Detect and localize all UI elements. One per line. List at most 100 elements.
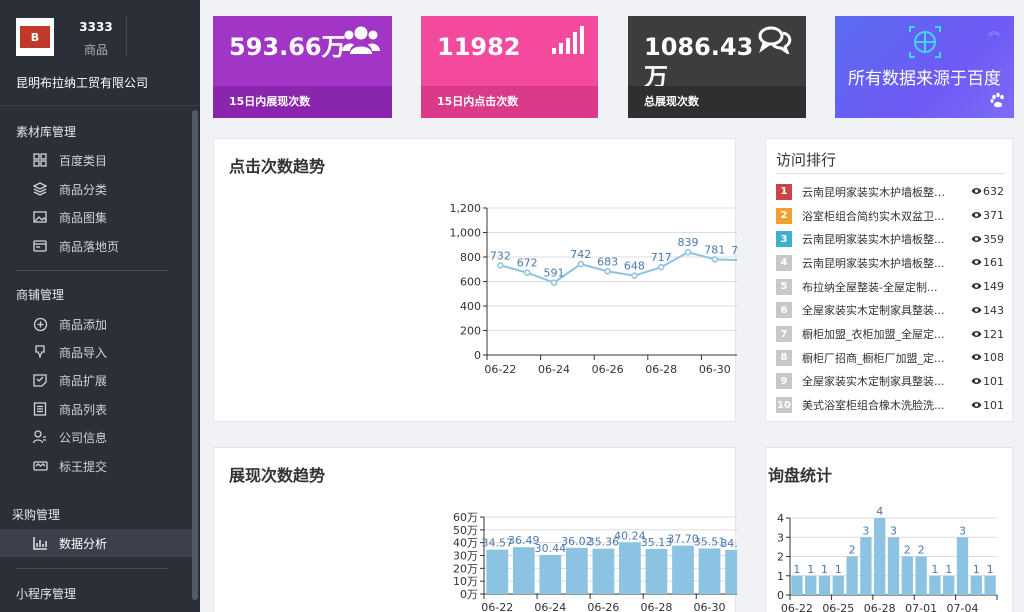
bar xyxy=(943,575,955,595)
rank-views-value: 371 xyxy=(983,209,1004,223)
signal-icon xyxy=(552,26,584,58)
rank-views: 149 xyxy=(971,280,1004,293)
bar xyxy=(860,537,872,595)
rank-number: 4 xyxy=(776,254,792,271)
y-tick-label: 10万 xyxy=(453,575,478,588)
rank-item[interactable]: 7 橱柜加盟_衣柜加盟_全屋定... 121 xyxy=(776,322,1004,346)
data-point xyxy=(550,279,558,286)
rank-item[interactable]: 6 全屋家装实木定制家具整装... 143 xyxy=(776,299,1004,323)
rank-number: 10 xyxy=(776,397,792,414)
stat-label: 15日内点击次数 xyxy=(421,86,598,118)
data-label: 1 xyxy=(793,563,800,576)
bar xyxy=(672,545,694,594)
section-title-miniprogram: 小程序管理 xyxy=(16,587,77,601)
bar xyxy=(592,548,615,594)
data-label: 774 xyxy=(731,244,737,257)
sidebar: B 3333 商品 昆明布拉纳工贸有限公司 素材库管理 百度类目 商品分类 商品… xyxy=(0,0,200,612)
rank-item[interactable]: 9 全屋家装实木定制家具整装... 101 xyxy=(776,370,1004,394)
import-icon xyxy=(32,344,48,360)
inquiry-stats-chart: 012341 1 1 123432 21 131 106-22 06-25 06-28 07-01… xyxy=(777,505,998,612)
rank-item[interactable]: 2 浴室柜组合简约实木双盆卫... 371 xyxy=(776,204,1004,228)
eye-icon xyxy=(971,351,983,364)
data-label: 839 xyxy=(678,236,699,249)
y-tick-label: 30万 xyxy=(453,550,478,563)
sidebar-item-import-product[interactable]: 商品导入 xyxy=(0,338,194,366)
bar xyxy=(698,548,721,594)
sidebar-item-king-submit[interactable]: 标王提交 xyxy=(0,452,194,480)
rank-item[interactable]: 4 云南昆明家装实木护墙板整... 161 xyxy=(776,251,1004,275)
impression-trend-chart: 0万10万20万30万40万50万60万34.5736.4930.4436.02… xyxy=(453,511,737,612)
eye-icon xyxy=(971,280,983,293)
sidebar-item-label: 公司信息 xyxy=(59,430,108,445)
rank-item[interactable]: 10 美式浴室柜组合橡木洗脸洗... 101 xyxy=(776,393,1004,417)
sidebar-item-extend-product[interactable]: 商品扩展 xyxy=(0,366,194,394)
data-label: 4 xyxy=(876,505,883,518)
sidebar-scrollbar[interactable] xyxy=(192,110,198,600)
sidebar-item-data-analysis[interactable]: 数据分析 xyxy=(0,529,194,557)
y-tick-label: 0 xyxy=(777,589,784,602)
eye-icon xyxy=(971,304,983,317)
data-label: 672 xyxy=(517,257,538,270)
rank-number: 6 xyxy=(776,302,792,319)
sidebar-item-label: 商品分类 xyxy=(59,182,108,197)
y-tick-label: 0 xyxy=(474,349,481,362)
sidebar-item-label: 百度类目 xyxy=(59,153,108,168)
rank-item[interactable]: 1 云南昆明家装实木护墙板整装... 632 xyxy=(776,180,1004,204)
y-tick-label: 400 xyxy=(460,300,481,313)
data-label: 1 xyxy=(807,563,814,576)
sidebar-item-landing-page[interactable]: 商品落地页 xyxy=(0,232,194,260)
series-line xyxy=(500,251,737,284)
x-tick-label: 07-01 xyxy=(905,602,937,612)
y-tick-label: 2 xyxy=(777,551,784,564)
y-tick-label: 3 xyxy=(777,531,784,544)
data-label: 732 xyxy=(490,249,511,262)
data-point xyxy=(657,263,665,271)
data-point xyxy=(631,272,638,279)
data-label: 648 xyxy=(624,260,645,273)
rank-views-value: 359 xyxy=(983,232,1004,246)
section-title-shop: 商铺管理 xyxy=(16,288,65,302)
sidebar-item-company-info[interactable]: 公司信息 xyxy=(0,423,194,451)
grid-icon xyxy=(32,152,48,168)
browser-icon xyxy=(32,238,48,254)
sidebar-item-add-product[interactable]: 商品添加 xyxy=(0,310,194,338)
rank-product-name: 浴室柜组合简约实木双盆卫... xyxy=(802,209,945,223)
sidebar-item-product-gallery[interactable]: 商品图集 xyxy=(0,203,194,231)
rank-number: 3 xyxy=(776,231,792,248)
bar xyxy=(791,575,803,595)
chat-icon xyxy=(758,26,792,58)
x-tick-label: 06-28 xyxy=(640,601,672,612)
y-tick-label: 1,000 xyxy=(450,227,482,240)
bar xyxy=(846,556,858,595)
rank-views: 359 xyxy=(971,233,1004,246)
data-label: 2 xyxy=(904,544,911,557)
data-point xyxy=(497,262,504,269)
y-tick-label: 4 xyxy=(777,512,784,525)
rank-views: 632 xyxy=(971,185,1004,198)
section-title-material: 素材库管理 xyxy=(16,125,77,139)
visit-rank-panel: 访问排行 1 云南昆明家装实木护墙板整装... 632 2 浴室柜组合简约实木双盆卫..… xyxy=(765,138,1013,422)
rank-product-name: 全屋家装实木定制家具整装... xyxy=(802,304,945,318)
data-point xyxy=(577,260,585,268)
sidebar-item-product-list[interactable]: 商品列表 xyxy=(0,395,194,423)
list-icon xyxy=(32,401,48,417)
data-label: 2 xyxy=(918,544,925,557)
stat-value: 593.66万 xyxy=(229,33,346,61)
sidebar-item-label: 商品列表 xyxy=(59,402,108,417)
data-label: 1 xyxy=(931,563,938,576)
rank-number: 8 xyxy=(776,349,792,366)
rank-views: 371 xyxy=(971,209,1004,222)
sidebar-item-label: 商品添加 xyxy=(59,317,108,332)
rank-item[interactable]: 3 云南昆明家装实木护墙板整... 359 xyxy=(776,227,1004,251)
rank-views-value: 108 xyxy=(983,351,1004,365)
users-icon xyxy=(342,24,380,62)
rank-views: 121 xyxy=(971,328,1004,341)
inquiry-stats-panel: 询盘统计 0 1 2 3 4 1 1 1 1 2 3 4 3 2 2 1 1 3 1 1 06-22 06-25 06-28… xyxy=(765,447,1013,612)
baidu-paw-icon xyxy=(990,92,1006,112)
sidebar-item-product-category[interactable]: 商品分类 xyxy=(0,175,194,203)
sidebar-item-label: 商品图集 xyxy=(59,210,108,225)
rank-item[interactable]: 8 橱柜厂招商_橱柜厂加盟_定... 108 xyxy=(776,346,1004,370)
rank-item[interactable]: 5 布拉纳全屋整装-全屋定制... 149 xyxy=(776,275,1004,299)
stat-card-15day-impressions: 593.66万 15日内展现次数 xyxy=(213,16,392,118)
sidebar-item-baidu-category[interactable]: 百度类目 xyxy=(0,146,194,174)
